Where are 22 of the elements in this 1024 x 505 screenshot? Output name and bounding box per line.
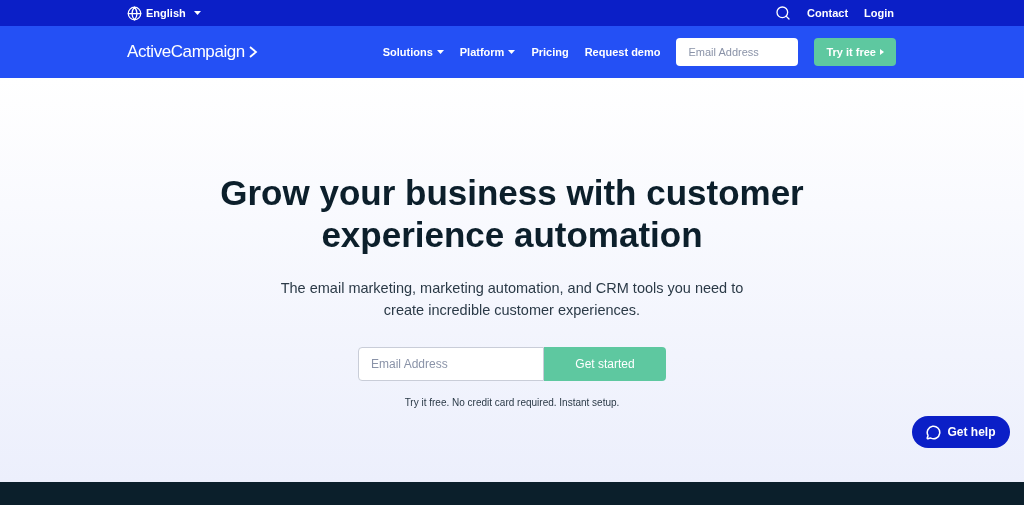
search-icon[interactable] (775, 5, 792, 21)
top-link[interactable]: Login (864, 4, 894, 22)
top-link[interactable]: Contact (807, 4, 849, 22)
nav-link[interactable]: Platform (459, 43, 516, 61)
language-selector[interactable]: English (127, 4, 201, 22)
hero-title: Grow your business with customer experience automation (220, 172, 804, 256)
caret-icon (193, 11, 201, 15)
email-field[interactable]: Email Address (676, 38, 799, 66)
chevron-icon (248, 46, 258, 58)
caret-icon (508, 50, 516, 54)
caret-icon (436, 50, 444, 54)
play-icon (880, 49, 884, 55)
chat-icon (926, 424, 942, 440)
nav-link[interactable]: Request demo (584, 43, 661, 61)
hero-note: Try it free. No credit card required. Instant setup. (404, 396, 620, 410)
globe-icon (127, 5, 142, 21)
hero-subtitle: The email marketing, marketing automation, and CRM tools you need to create incredible customer experiences. (280, 279, 744, 320)
help-button[interactable]: Get help (912, 416, 1010, 448)
nav-link[interactable]: Solutions (382, 43, 444, 61)
nav-link[interactable]: Pricing (531, 43, 569, 61)
logo[interactable]: ActiveCampaign (127, 39, 258, 65)
email-field[interactable]: Email Address (358, 347, 544, 381)
